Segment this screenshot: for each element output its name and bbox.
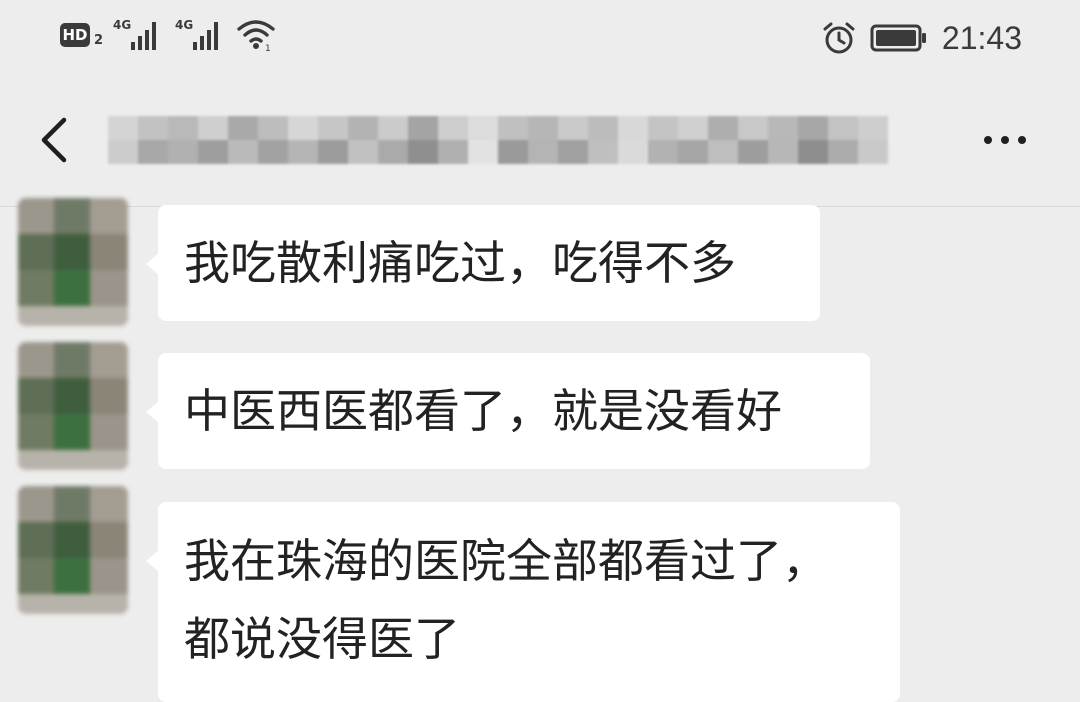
signal-icon: 4G	[113, 18, 165, 52]
svg-text:1: 1	[265, 44, 271, 52]
avatar[interactable]	[18, 342, 128, 470]
more-horizontal-icon	[984, 136, 1026, 144]
status-right-group: 21:43	[822, 18, 1022, 58]
battery-icon	[870, 24, 926, 52]
alarm-icon	[823, 22, 855, 54]
message-bubble[interactable]: 我吃散利痛吃过，吃得不多	[146, 205, 820, 321]
back-button[interactable]	[30, 110, 80, 170]
chat-header	[0, 78, 1080, 207]
avatar[interactable]	[18, 198, 128, 326]
message-text: 中医西医都看了，就是没看好	[184, 384, 782, 438]
status-time: 21:43	[941, 20, 1022, 56]
status-left-group: HD 2 4G 4G 1	[60, 18, 277, 52]
hd-sub-label: 2	[94, 32, 104, 48]
message-text: 我吃散利痛吃过，吃得不多	[184, 236, 736, 290]
message-bubble[interactable]: 我在珠海的医院全部都看过了， 都说没得医了	[146, 502, 900, 702]
signal-icon: 4G	[175, 18, 227, 52]
chat-title-pixelated	[108, 104, 898, 184]
hd-badge: HD	[60, 23, 90, 47]
network-type-label: 4G	[175, 18, 194, 32]
chevron-left-icon	[41, 117, 67, 163]
message-bubble[interactable]: 中医西医都看了，就是没看好	[146, 353, 870, 469]
message-text: 我在珠海的医院全部都看过了，	[184, 534, 828, 588]
more-options-button[interactable]	[970, 118, 1040, 162]
network-type-label: 4G	[113, 18, 132, 32]
message-text: 都说没得医了	[184, 612, 460, 666]
wifi-icon: 1	[237, 20, 275, 52]
avatar[interactable]	[18, 486, 128, 614]
status-bar: HD 2 4G 4G 1 21:43	[0, 0, 1080, 78]
